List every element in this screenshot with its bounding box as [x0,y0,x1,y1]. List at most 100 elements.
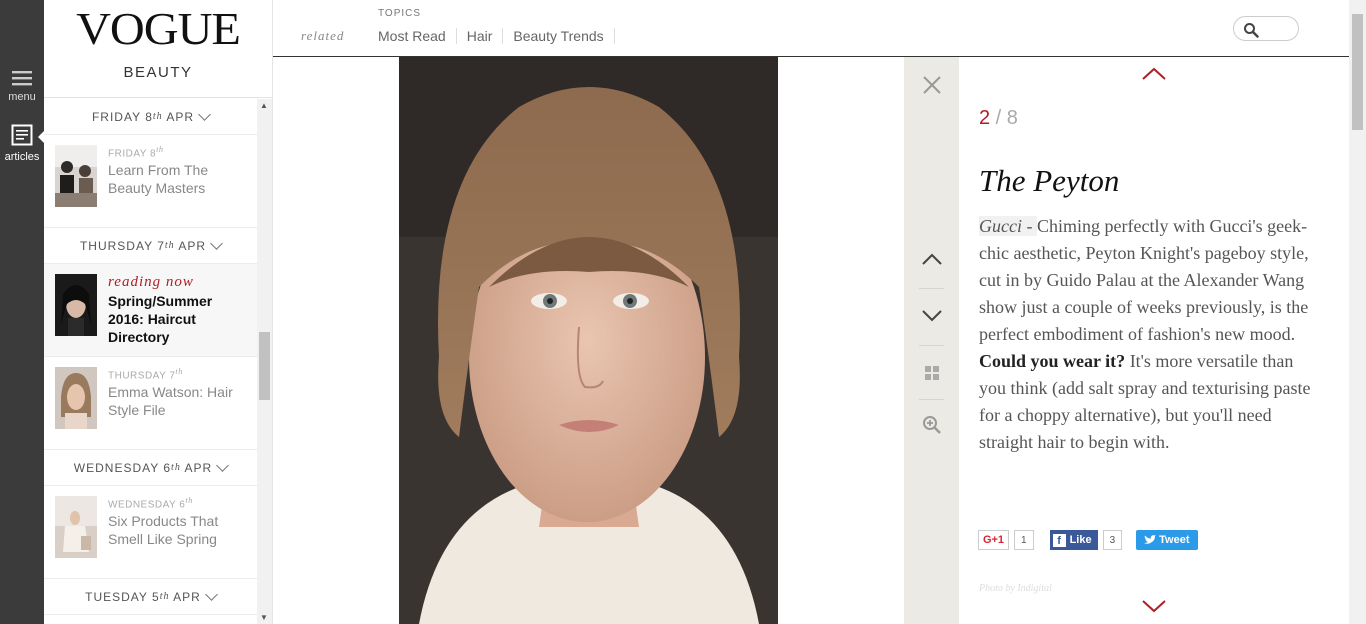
date-suffix: th [152,111,163,122]
chevron-down-icon [921,310,942,322]
article-feed: FRIDAY 8th APR FRIDAY 8th Learn From The… [44,99,257,624]
gallery-controls [904,57,959,624]
date-month: APR [162,109,195,124]
search-icon [1244,23,1259,38]
item-date: WEDNESDAY 6 [108,499,186,511]
divider [919,288,944,289]
page-scrollbar[interactable] [1349,0,1366,624]
facebook-like-count: 3 [1102,530,1123,550]
item-title: Spring/Summer 2016: Haircut Directory [108,293,213,345]
facebook-icon: f [1052,533,1066,547]
grid-view-button[interactable] [904,365,959,381]
panel-prev-button[interactable] [1141,67,1167,86]
menu-button[interactable]: menu [0,70,44,103]
article-thumbnail [55,274,97,336]
topic-link-most-read[interactable]: Most Read [378,28,457,44]
chevron-down-icon [210,236,223,250]
item-date: FRIDAY 8 [108,148,157,160]
twitter-bird-icon [1144,535,1157,544]
date-header-wednesday[interactable]: WEDNESDAY 6th APR [44,450,257,486]
item-date: THURSDAY 7 [108,370,176,382]
topic-link-hair[interactable]: Hair [457,28,504,44]
top-nav: related TOPICS Most Read Hair Beauty Tre… [273,0,1349,57]
vogue-logo[interactable]: VOGUE [38,0,277,54]
gallery-photo[interactable] [399,57,778,624]
section-name: BEAUTY [123,64,193,81]
zoom-button[interactable] [904,415,959,435]
reading-now-label: reading now [108,274,194,290]
google-plus-button[interactable]: G+1 [978,530,1009,550]
facebook-like-button[interactable]: f Like [1049,530,1098,550]
description-question: Could you wear it? [979,351,1126,371]
chevron-down-icon [216,458,230,472]
google-plus-count: 1 [1014,530,1034,550]
articles-label: articles [4,151,40,163]
previous-slide-button[interactable] [904,252,959,266]
list-item[interactable]: THURSDAY 7th Emma Watson: Hair Style Fil… [44,357,257,450]
brand-header[interactable]: VOGUE BEAUTY [44,0,272,98]
close-button[interactable] [904,75,959,95]
article-thumbnail [55,145,97,207]
chevron-up-icon [1142,67,1166,80]
slide-total: 8 [1006,107,1018,129]
slide-caption-panel: 2 / 8 The Peyton Gucci - Chiming perfect… [959,57,1349,624]
facebook-like-label: Like [1069,534,1092,546]
topic-link-beauty-trends[interactable]: Beauty Trends [503,28,615,44]
share-bar: G+1 1 f Like 3 Tweet [978,530,1198,550]
chevron-up-icon [921,253,942,265]
item-title: Emma Watson: Hair Style File [108,384,233,419]
slide-separator: / [990,107,1007,129]
date-suffix: th [159,591,170,602]
date-header-tuesday[interactable]: TUESDAY 5th APR [44,579,257,615]
divider [919,399,944,400]
page-scroll-thumb[interactable] [1352,14,1363,130]
grid-icon [924,366,939,380]
scroll-up-arrow-icon[interactable]: ▲ [260,101,268,110]
close-icon [922,76,941,94]
tweet-label: Tweet [1159,534,1190,546]
left-rail: menu articles [0,0,45,624]
slide-description: Gucci - Chiming perfectly with Gucci's g… [979,213,1324,456]
date-header-thursday[interactable]: THURSDAY 7th APR [44,228,257,264]
list-item[interactable]: WEDNESDAY 6th Six Products That Smell Li… [44,486,257,579]
photo-credit: Photo by Indigital [979,583,1052,594]
chevron-down-icon [198,107,211,121]
item-title: Six Products That Smell Like Spring [108,513,219,548]
date-label: TUESDAY 5 [85,589,160,604]
hamburger-icon [12,71,32,86]
date-label: WEDNESDAY 6 [73,460,172,475]
date-month: APR [169,589,201,604]
panel-next-button[interactable] [1141,599,1167,618]
next-slide-button[interactable] [904,309,959,323]
item-date-suffix: th [175,367,183,376]
articles-sidebar: VOGUE BEAUTY FRIDAY 8th APR FRIDAY 8th L… [44,0,273,624]
date-month: APR [180,460,213,475]
articles-icon [11,124,33,146]
list-item[interactable]: FRIDAY 8th Learn From The Beauty Masters [44,135,257,228]
date-suffix: th [171,462,181,473]
item-title: Learn From The Beauty Masters [108,162,209,197]
article-thumbnail [55,367,97,429]
chevron-down-icon [1142,600,1166,613]
slide-counter: 2 / 8 [979,107,1018,130]
sidebar-scrollbar[interactable]: ▲ ▼ [257,99,272,624]
sidebar-scroll-thumb[interactable] [259,332,270,400]
item-date-suffix: th [156,145,164,154]
menu-label: menu [8,91,36,103]
tweet-button[interactable]: Tweet [1136,530,1198,550]
designer-link[interactable]: Gucci [979,216,1022,236]
related-label: related [301,28,345,43]
model-portrait-image [399,57,778,624]
brand-dash: - [1021,216,1037,236]
list-item-active[interactable]: reading now Spring/Summer 2016: Haircut … [44,264,257,357]
zoom-in-icon [922,416,941,434]
divider [919,345,944,346]
search-input[interactable] [1233,16,1299,41]
chevron-down-icon [204,587,218,601]
topic-links: Most Read Hair Beauty Trends [378,28,615,44]
date-header-friday[interactable]: FRIDAY 8th APR [44,99,257,135]
slide-current: 2 [979,107,991,129]
scroll-down-arrow-icon[interactable]: ▼ [260,613,268,622]
date-label: FRIDAY 8 [91,109,153,124]
topics-label: TOPICS [378,8,422,19]
